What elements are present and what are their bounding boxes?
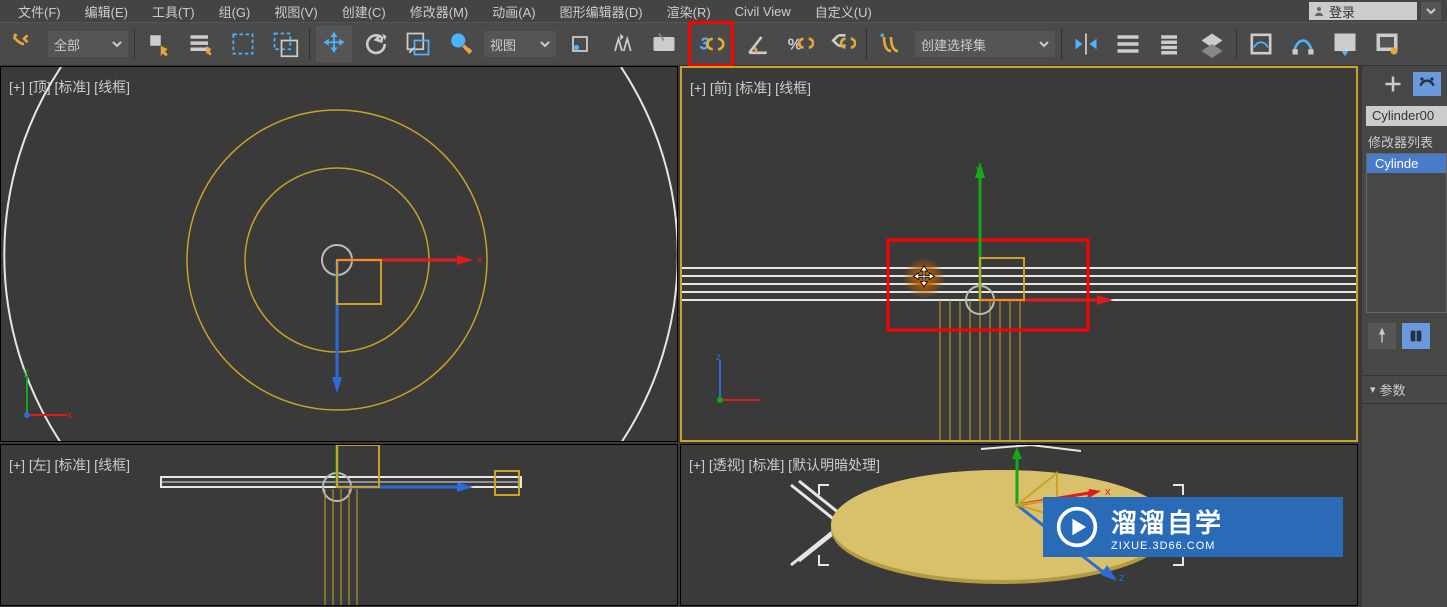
pin-stack-button[interactable] [1368,323,1396,349]
menu-customize[interactable]: 自定义(U) [803,2,884,21]
axis-y-label: y [23,367,28,378]
move-cursor-icon [910,264,938,292]
object-name-input[interactable]: Cylinder00 [1366,106,1447,126]
watermark-url: ZIXUE.3D66.COM [1111,540,1223,552]
rollout-label: 参数 [1380,380,1406,399]
toolbar-divider [134,29,135,59]
toolbar-divider [866,29,867,59]
menu-civil[interactable]: Civil View [723,4,803,19]
viewport-area: [+] [顶] [标准] [线框] x x y [+] [前] [标准] [线框… [0,66,1361,607]
axis-z-label: z [716,352,721,363]
menu-render[interactable]: 渲染(R) [655,2,723,21]
modifier-stack[interactable]: Cylinde [1366,153,1447,313]
named-selection-dropdown[interactable]: 创建选择集 [915,31,1055,57]
viewport-top[interactable]: [+] [顶] [标准] [线框] x x y [0,66,678,442]
viewport-front[interactable]: [+] [前] [标准] [线框] y [680,66,1358,442]
menu-tools[interactable]: 工具(T) [140,2,207,21]
menu-graph[interactable]: 图形编辑器(D) [548,2,655,21]
modifier-stack-item[interactable]: Cylinde [1367,154,1446,173]
show-end-result-button[interactable] [1402,323,1430,349]
placement-button[interactable] [442,26,478,62]
layer-manager-button[interactable] [1152,26,1188,62]
login-box[interactable]: 登录 [1309,2,1417,20]
play-icon [1055,505,1099,549]
select-by-name-button[interactable] [183,26,219,62]
toolbar-divider [1236,29,1237,59]
toolbar-divider [309,29,310,59]
viewport-perspective[interactable]: [+] [透视] [标准] [默认明暗处理] x z [680,444,1358,606]
keyboard-shortcut-button[interactable] [646,26,682,62]
window-crossing-button[interactable] [267,26,303,62]
menu-group[interactable]: 组(G) [207,2,263,21]
menu-file[interactable]: 文件(F) [6,2,73,21]
mirror-button[interactable] [1068,26,1104,62]
angle-snap-button[interactable] [740,26,776,62]
modify-tab-button[interactable] [1413,72,1441,96]
watermark-banner: 溜溜自学 ZIXUE.3D66.COM [1043,497,1343,557]
ref-coord-dropdown[interactable]: 视图 [484,31,556,57]
watermark-title: 溜溜自学 [1111,503,1223,540]
selection-filter-dropdown[interactable]: 全部 [48,31,128,57]
pivot-button[interactable] [562,26,598,62]
edit-named-selection-button[interactable] [873,26,909,62]
create-tab-button[interactable] [1379,72,1407,96]
select-object-button[interactable] [141,26,177,62]
axis-x-label: x [67,410,72,421]
menu-animation[interactable]: 动画(A) [480,2,547,21]
menu-create[interactable]: 创建(C) [330,2,398,21]
menu-modifiers[interactable]: 修改器(M) [398,2,481,21]
dropdown-label: 创建选择集 [921,35,986,54]
selection-filter-icon[interactable] [6,26,42,62]
rotate-button[interactable] [358,26,394,62]
viewport-left[interactable]: [+] [左] [标准] [线框] [0,444,678,606]
command-panel: Cylinder00 修改器列表 Cylinde 参数 [1361,66,1447,607]
align-button[interactable] [1110,26,1146,62]
toolbar-divider [1061,29,1062,59]
dropdown-label: 视图 [490,35,516,54]
login-label: 登录 [1329,2,1355,21]
modifier-list-label: 修改器列表 [1362,130,1447,153]
user-icon [1313,5,1325,17]
scale-button[interactable] [400,26,436,62]
move-button[interactable] [316,26,352,62]
menu-edit[interactable]: 编辑(E) [73,2,140,21]
menu-bar: 文件(F) 编辑(E) 工具(T) 组(G) 视图(V) 创建(C) 修改器(M… [0,0,1447,22]
snaps-highlight-annotation: 3 [688,21,734,67]
snaps-toggle-button[interactable]: 3 [693,26,729,62]
svg-text:x: x [477,254,483,266]
material-editor-button[interactable] [1327,26,1363,62]
rectangular-region-button[interactable] [225,26,261,62]
main-toolbar: 全部 视图 3 [0,22,1447,66]
login-dropdown[interactable] [1421,2,1441,20]
curve-editor-button[interactable] [1243,26,1279,62]
spinner-snap-button[interactable] [824,26,860,62]
schematic-view-button[interactable] [1285,26,1321,62]
dropdown-label: 全部 [54,35,80,54]
axis-y-label: y [976,162,983,177]
render-setup-button[interactable] [1369,26,1405,62]
menu-views[interactable]: 视图(V) [262,2,329,21]
toggle-ribbon-button[interactable] [1194,26,1230,62]
rollout-parameters[interactable]: 参数 [1362,375,1447,404]
percent-snap-button[interactable]: % [782,26,818,62]
manipulate-button[interactable] [604,26,640,62]
axis-z-label: z [1119,572,1125,584]
